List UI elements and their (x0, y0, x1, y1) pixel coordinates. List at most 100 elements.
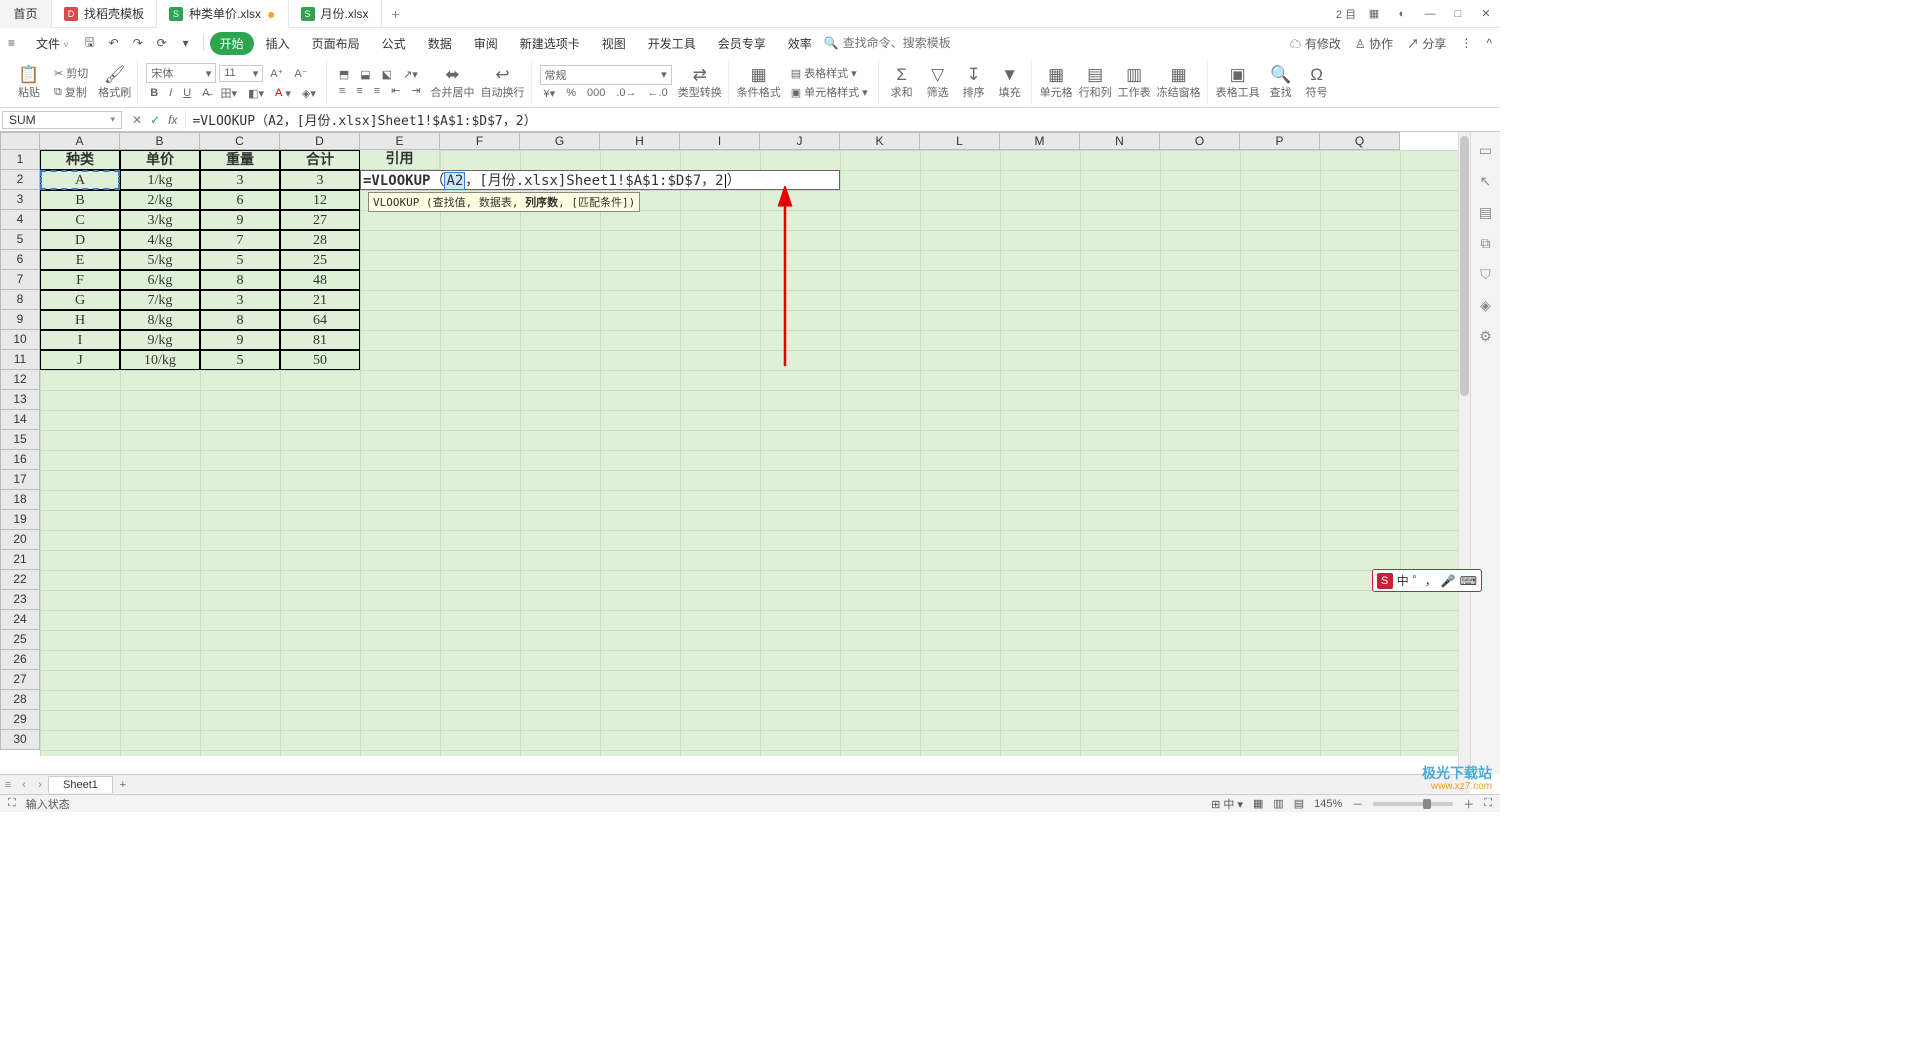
cell[interactable]: 64 (280, 310, 360, 330)
col-header[interactable]: P (1240, 132, 1320, 150)
cell[interactable]: 重量 (200, 150, 280, 170)
ime-lang[interactable]: 中 (1397, 572, 1409, 589)
cell[interactable]: D (40, 230, 120, 250)
cell[interactable]: 5 (200, 250, 280, 270)
menu-caret[interactable]: ^ (1486, 36, 1492, 50)
row-header[interactable]: 15 (0, 430, 40, 450)
sum-button[interactable]: Σ求和 (887, 66, 917, 100)
col-header[interactable]: C (200, 132, 280, 150)
dec-dec-icon[interactable]: ←.0 (644, 86, 672, 100)
view-page-icon[interactable]: ▥ (1273, 797, 1283, 810)
hamburger-icon[interactable]: ≡ (8, 36, 26, 50)
find-button[interactable]: 🔍查找 (1266, 66, 1296, 100)
side-settings-icon[interactable]: ⚙ (1479, 328, 1492, 345)
cell[interactable]: 6/kg (120, 270, 200, 290)
ime-punct[interactable]: ゜， (1413, 572, 1437, 589)
cell[interactable]: 3 (200, 170, 280, 190)
cell[interactable]: 8/kg (120, 310, 200, 330)
col-header[interactable]: L (920, 132, 1000, 150)
row-header[interactable]: 27 (0, 670, 40, 690)
col-header[interactable]: J (760, 132, 840, 150)
cell[interactable]: 3 (280, 170, 360, 190)
row-header[interactable]: 4 (0, 210, 40, 230)
row-header[interactable]: 22 (0, 570, 40, 590)
tab-data[interactable]: 数据 (418, 32, 462, 55)
win-grid-icon[interactable]: ▦ (1360, 7, 1388, 20)
cell-editor[interactable]: =VLOOKUP（A2，[月份.xlsx]Sheet1!$A$1:$D$7，2） (360, 170, 840, 190)
formula-input[interactable]: =VLOOKUP（A2，[月份.xlsx]Sheet1!$A$1:$D$7，2） (185, 110, 1500, 129)
row-header[interactable]: 2 (0, 170, 40, 190)
maximize-button[interactable]: □ (1444, 8, 1472, 20)
cell[interactable]: I (40, 330, 120, 350)
row-header[interactable]: 18 (0, 490, 40, 510)
win-user-icon[interactable]: ◐ (1388, 8, 1416, 20)
row-header[interactable]: 11 (0, 350, 40, 370)
copy-button[interactable]: ⧉ 复制 (50, 83, 92, 101)
align-right-icon[interactable]: ≡ (370, 84, 384, 98)
cell[interactable]: 1/kg (120, 170, 200, 190)
search-input[interactable] (843, 36, 953, 50)
zoom-slider[interactable] (1373, 802, 1453, 806)
row-header[interactable]: 6 (0, 250, 40, 270)
side-cursor-icon[interactable]: ↖ (1480, 173, 1492, 190)
history-icon[interactable]: ⟳ (151, 32, 173, 54)
cell[interactable]: 9 (200, 330, 280, 350)
cell[interactable]: 7 (200, 230, 280, 250)
cell[interactable]: 引用 (360, 150, 440, 170)
row-header[interactable]: 16 (0, 450, 40, 470)
row-header[interactable]: 30 (0, 730, 40, 750)
row-header[interactable]: 7 (0, 270, 40, 290)
percent-icon[interactable]: % (562, 86, 580, 100)
indent-inc-icon[interactable]: ⇥ (407, 83, 424, 98)
cell[interactable]: 4/kg (120, 230, 200, 250)
vertical-scrollbar[interactable] (1458, 132, 1470, 774)
cell[interactable]: 50 (280, 350, 360, 370)
row-header[interactable]: 24 (0, 610, 40, 630)
filter-button[interactable]: ▽筛选 (923, 66, 953, 100)
row-header[interactable]: 23 (0, 590, 40, 610)
row-header[interactable]: 17 (0, 470, 40, 490)
strike-icon[interactable]: A̶ (198, 86, 213, 100)
row-header[interactable]: 12 (0, 370, 40, 390)
row-header[interactable]: 26 (0, 650, 40, 670)
border-icon[interactable]: 田▾ (217, 84, 242, 102)
fullscreen-icon[interactable]: ⛶ (1484, 797, 1492, 810)
indent-dec-icon[interactable]: ⇤ (387, 83, 404, 98)
row-header[interactable]: 28 (0, 690, 40, 710)
tab-file-2[interactable]: S 月份.xlsx (289, 0, 382, 28)
tab-dev[interactable]: 开发工具 (638, 32, 706, 55)
cell[interactable]: 5/kg (120, 250, 200, 270)
side-style-icon[interactable]: ▤ (1479, 204, 1492, 221)
italic-icon[interactable]: I (165, 86, 176, 100)
tab-view[interactable]: 视图 (592, 32, 636, 55)
cell[interactable]: C (40, 210, 120, 230)
align-bot-icon[interactable]: ⬕ (378, 67, 396, 82)
cell[interactable]: 7/kg (120, 290, 200, 310)
cell[interactable]: 合计 (280, 150, 360, 170)
cell[interactable]: 21 (280, 290, 360, 310)
tab-efficiency[interactable]: 效率 (778, 32, 822, 55)
col-header[interactable]: F (440, 132, 520, 150)
sheet-list-icon[interactable]: ≡ (0, 779, 16, 791)
cell[interactable]: J (40, 350, 120, 370)
cell[interactable]: 81 (280, 330, 360, 350)
cell[interactable]: 27 (280, 210, 360, 230)
side-protect-icon[interactable]: ⛉ (1480, 266, 1491, 283)
lang-indicator[interactable]: ⊞ 中 ▾ (1211, 796, 1243, 812)
worksheet-button[interactable]: ▥工作表 (1118, 66, 1151, 100)
search-box[interactable]: 🔍 (824, 36, 953, 50)
sheet-prev-icon[interactable]: ‹ (16, 779, 32, 791)
cell[interactable]: B (40, 190, 120, 210)
font-color-icon[interactable]: A▾ (271, 86, 295, 101)
tab-member[interactable]: 会员专享 (708, 32, 776, 55)
tab-start[interactable]: 开始 (210, 32, 254, 55)
col-header[interactable]: Q (1320, 132, 1400, 150)
font-name-select[interactable]: 宋体▾ (146, 63, 216, 83)
table-style-button[interactable]: ▤ 表格样式▾ (787, 64, 872, 82)
side-select-icon[interactable]: ▭ (1479, 142, 1492, 159)
align-top-icon[interactable]: ⬒ (335, 67, 353, 82)
tab-custom[interactable]: 新建选项卡 (510, 32, 590, 55)
fill-color-icon[interactable]: ◧▾ (244, 86, 268, 101)
cell[interactable]: 5 (200, 350, 280, 370)
rowscols-button[interactable]: ▤行和列 (1079, 66, 1112, 100)
